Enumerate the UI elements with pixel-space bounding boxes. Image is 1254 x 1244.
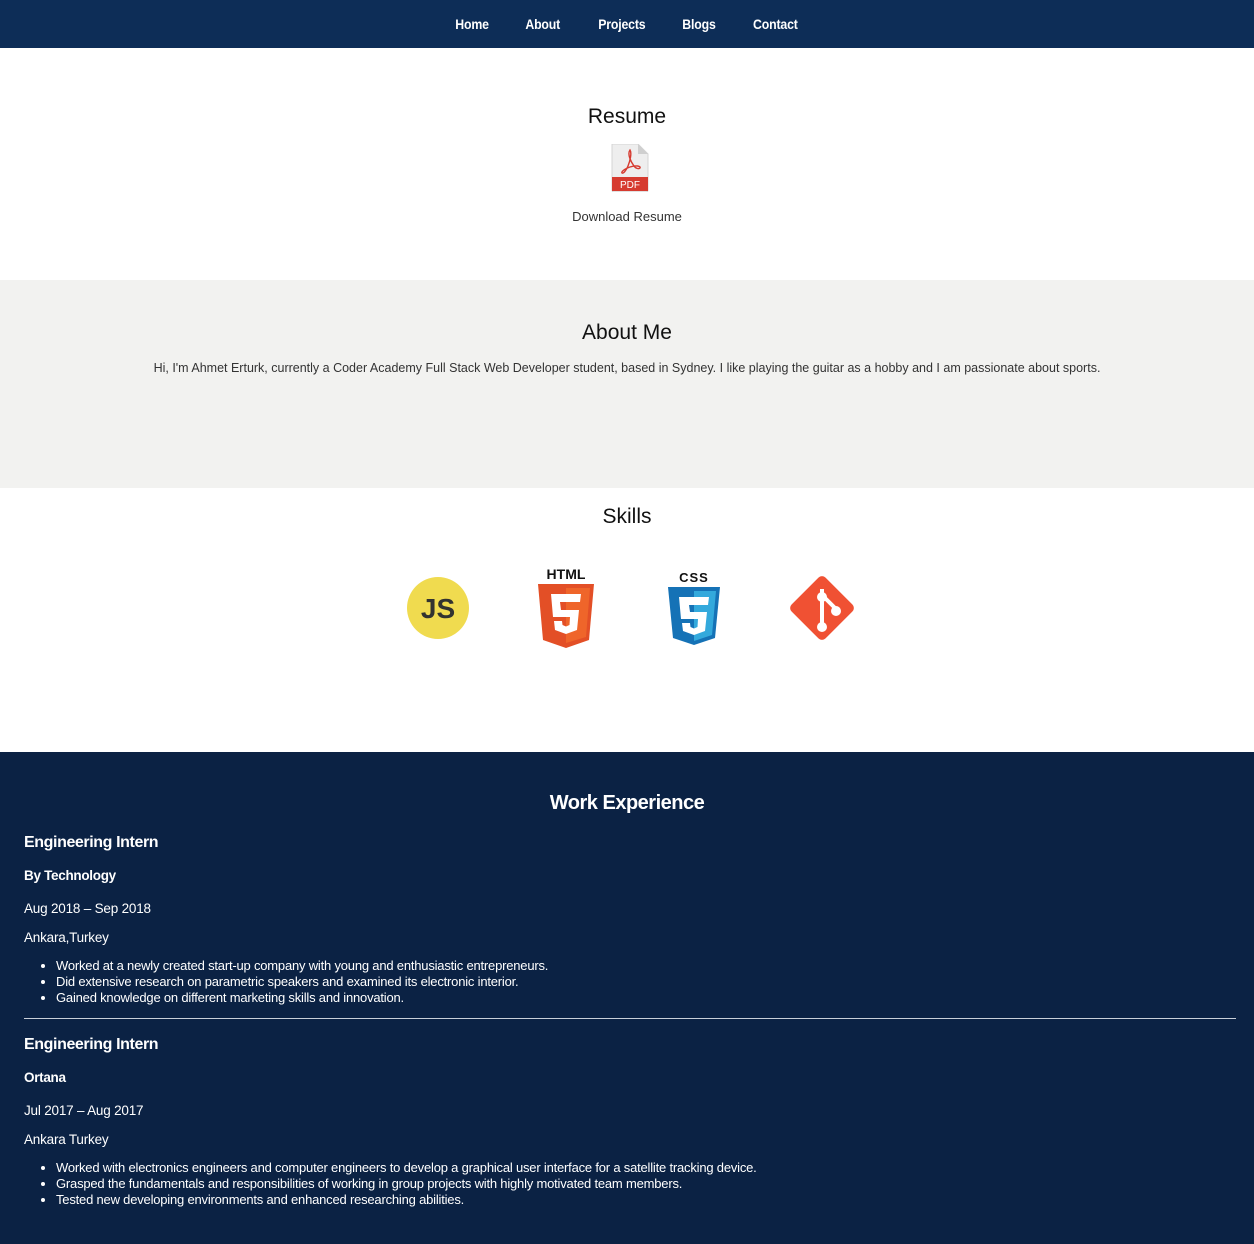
about-heading: About Me <box>582 321 672 344</box>
job-bullet: Tested new developing environments and e… <box>56 1192 1236 1208</box>
job-bullet: Did extensive research on parametric spe… <box>56 974 1236 990</box>
job-bullet: Worked with electronics engineers and co… <box>56 1160 1236 1176</box>
skills-heading: Skills <box>602 505 652 528</box>
work-experience-section: Work Experience Engineering Intern By Te… <box>0 752 1254 1244</box>
css3-icon: CSS <box>668 570 720 645</box>
nav-blogs-link[interactable]: Blogs <box>668 16 730 32</box>
javascript-label: JS <box>421 593 455 624</box>
work-heading: Work Experience <box>549 792 705 814</box>
job-dates: Jul 2017 – Aug 2017 <box>24 1103 144 1118</box>
job-divider <box>24 1018 1236 1019</box>
git-icon <box>790 576 854 640</box>
nav-about-link[interactable]: About <box>511 16 574 32</box>
nav-contact-link[interactable]: Contact <box>739 16 812 32</box>
resume-section: Resume PDF Download Resume <box>0 48 1254 280</box>
job-title: Engineering Intern <box>24 1036 159 1053</box>
download-resume-link[interactable]: Download Resume <box>0 209 1254 224</box>
nav-projects-link[interactable]: Projects <box>584 16 659 32</box>
job-title: Engineering Intern <box>24 834 159 851</box>
job-bullet: Worked at a newly created start-up compa… <box>56 958 1236 974</box>
html5-label: HTML <box>547 566 586 582</box>
html5-icon: HTML <box>538 566 594 648</box>
job-bullets: Worked at a newly created start-up compa… <box>24 958 1236 1006</box>
pdf-label: PDF <box>620 180 640 191</box>
job-company: By Technology <box>24 868 116 883</box>
skills-section: Skills JS HTML CSS <box>0 488 1254 752</box>
job-location: Ankara Turkey <box>24 1132 109 1147</box>
job-company: Ortana <box>24 1070 66 1085</box>
about-section: About Me Hi, I'm Ahmet Erturk, currently… <box>0 280 1254 488</box>
about-text: Hi, I'm Ahmet Erturk, currently a Coder … <box>153 361 1101 375</box>
css3-label: CSS <box>679 570 709 585</box>
nav-home-link[interactable]: Home <box>441 16 503 32</box>
pdf-icon[interactable]: PDF <box>610 144 650 192</box>
job-bullet: Gained knowledge on different marketing … <box>56 990 1236 1006</box>
top-nav: Home About Projects Blogs Contact <box>0 0 1254 48</box>
job-location: Ankara,Turkey <box>24 930 109 945</box>
job-bullets: Worked with electronics engineers and co… <box>24 1160 1236 1208</box>
job-bullet: Grasped the fundamentals and responsibil… <box>56 1176 1236 1192</box>
job-dates: Aug 2018 – Sep 2018 <box>24 901 151 916</box>
resume-heading: Resume <box>587 105 667 128</box>
job-entry: Engineering Intern Ortana Jul 2017 – Aug… <box>24 1036 1236 1208</box>
javascript-icon: JS <box>407 577 469 639</box>
job-entry: Engineering Intern By Technology Aug 201… <box>24 834 1236 1006</box>
